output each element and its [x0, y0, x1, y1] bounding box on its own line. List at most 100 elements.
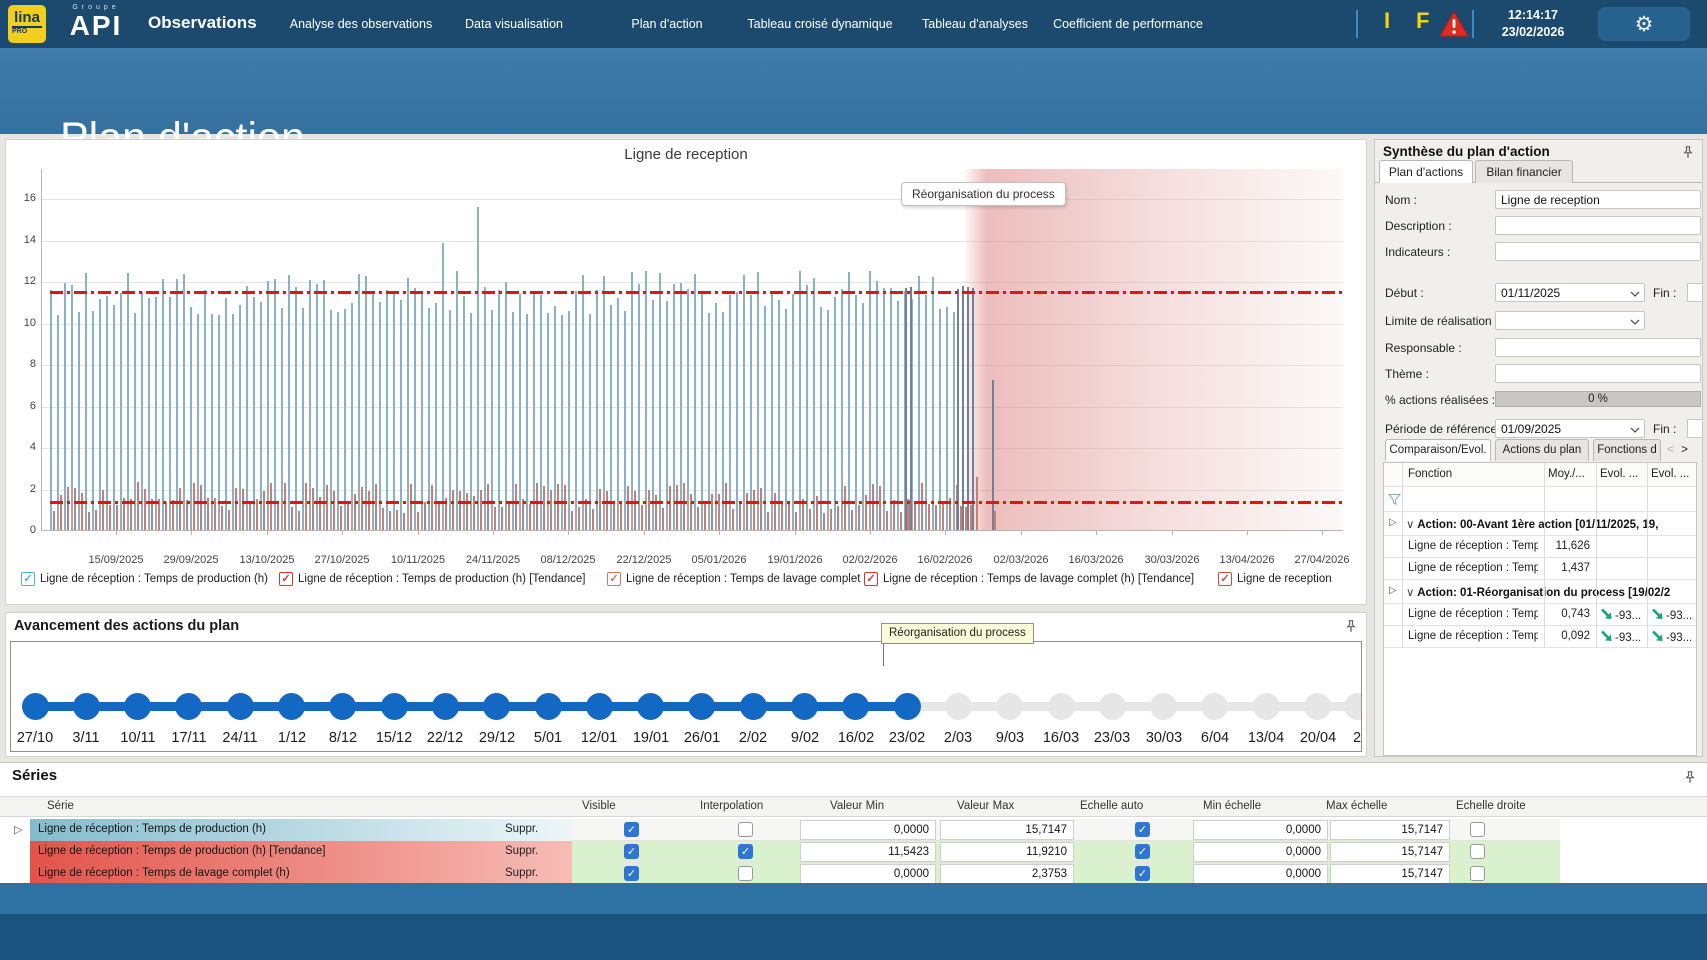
nav-item-tableau-crois-dynamique[interactable]: Tableau croisé dynamique [740, 0, 900, 48]
nav-item-coefficient-de-performance[interactable]: Coefficient de performance [1048, 0, 1208, 48]
timeline-milestone-done[interactable] [637, 693, 664, 720]
group-row[interactable]: ▷∨ Action: 01-Réorganisation du process … [1384, 580, 1696, 604]
subtab-actions-du-plan[interactable]: Actions du plan [1495, 439, 1589, 461]
checkbox-visible[interactable]: ✓ [624, 844, 639, 859]
field-nom[interactable]: Ligne de reception [1495, 190, 1701, 209]
legend-checkbox[interactable]: ✓ [607, 572, 621, 586]
timeline-milestone-done[interactable] [175, 693, 202, 720]
combo-field[interactable]: 01/11/2025 [1495, 283, 1645, 302]
subtab-scroll-left[interactable]: < [1667, 442, 1674, 456]
indicator-i[interactable]: I [1384, 8, 1390, 34]
indicator-f[interactable]: F [1416, 8, 1429, 34]
value-cell-emin[interactable]: 0,0000 [1193, 864, 1328, 884]
group-expander-icon[interactable]: ▷ [1389, 585, 1397, 596]
series-row[interactable]: Ligne de réception : Temps de lavage com… [0, 863, 1707, 885]
timeline-milestone-done[interactable] [688, 693, 715, 720]
checkbox-droite[interactable] [1470, 822, 1485, 837]
timeline-milestone-done[interactable] [22, 693, 49, 720]
value-cell-emax[interactable]: 15,7147 [1330, 820, 1450, 840]
legend-checkbox[interactable]: ✓ [1218, 572, 1232, 586]
combo-field[interactable] [1495, 311, 1645, 330]
series-row[interactable]: Ligne de réception : Temps de production… [0, 841, 1707, 863]
collapse-icon[interactable]: ∨ [1406, 587, 1414, 599]
group-expander-icon[interactable]: ▷ [1389, 517, 1397, 528]
timeline-milestone-todo[interactable] [996, 693, 1023, 720]
timeline-milestone-done[interactable] [432, 693, 459, 720]
value-cell-vmin[interactable]: 11,5423 [800, 842, 936, 862]
subtab-comparaison-evol-[interactable]: Comparaison/Evol. [1385, 439, 1491, 461]
timeline-milestone-done[interactable] [535, 693, 562, 720]
table-row[interactable]: Ligne de réception : Temp...0,092-93...-… [1384, 626, 1696, 648]
checkbox-droite[interactable] [1470, 844, 1485, 859]
timeline-milestone-done[interactable] [227, 693, 254, 720]
timeline-milestone-todo[interactable] [1304, 693, 1331, 720]
collapse-icon[interactable]: ∨ [1406, 519, 1414, 531]
legend-checkbox[interactable]: ✓ [21, 572, 35, 586]
timeline-milestone-todo[interactable] [1344, 693, 1362, 720]
value-cell-emin[interactable]: 0,0000 [1193, 820, 1328, 840]
table-row[interactable]: Ligne de réception : Temp...11,626 [1384, 536, 1696, 558]
combo-field[interactable]: 01/09/2025 [1495, 419, 1645, 438]
nav-item-data-visualisation[interactable]: Data visualisation [434, 0, 594, 48]
timeline-milestone-todo[interactable] [1099, 693, 1126, 720]
table-row[interactable]: Ligne de réception : Temp...1,437 [1384, 558, 1696, 580]
field-thème[interactable] [1495, 364, 1701, 383]
chart-plot-area[interactable] [41, 169, 1343, 531]
filter-row[interactable] [1384, 487, 1696, 512]
tab-plan-d-actions[interactable]: Plan d'actions [1379, 160, 1473, 183]
timeline-milestone-done[interactable] [586, 693, 613, 720]
timeline-milestone-todo[interactable] [945, 693, 972, 720]
timeline-milestone-done[interactable] [329, 693, 356, 720]
value-cell-emin[interactable]: 0,0000 [1193, 842, 1328, 862]
nav-item-analyse-des-observations[interactable]: Analyse des observations [281, 0, 441, 48]
series-row[interactable]: ▷Ligne de réception : Temps de productio… [0, 819, 1707, 841]
suppr-button[interactable]: Suppr. [505, 823, 538, 835]
checkbox-visible[interactable]: ✓ [624, 822, 639, 837]
checkbox-interpolation[interactable] [738, 866, 753, 881]
value-cell-vmin[interactable]: 0,0000 [800, 820, 936, 840]
timeline-milestone-todo[interactable] [1201, 693, 1228, 720]
checkbox-visible[interactable]: ✓ [624, 866, 639, 881]
value-cell-vmax[interactable]: 2,3753 [940, 864, 1074, 884]
timeline-milestone-done[interactable] [124, 693, 151, 720]
combo-field-clipped[interactable] [1687, 419, 1703, 438]
subtab-scroll-right[interactable]: > [1681, 442, 1688, 456]
field-indicateurs[interactable] [1495, 242, 1701, 261]
timeline-milestone-done[interactable] [842, 693, 869, 720]
checkbox-interpolation[interactable]: ✓ [738, 844, 753, 859]
checkbox-auto[interactable]: ✓ [1135, 844, 1150, 859]
checkbox-auto[interactable]: ✓ [1135, 866, 1150, 881]
value-cell-emax[interactable]: 15,7147 [1330, 842, 1450, 862]
checkbox-droite[interactable] [1470, 866, 1485, 881]
timeline-milestone-done[interactable] [278, 693, 305, 720]
legend-checkbox[interactable]: ✓ [279, 572, 293, 586]
pin-icon[interactable] [1681, 145, 1695, 160]
timeline-milestone-done[interactable] [791, 693, 818, 720]
timeline-milestone-todo[interactable] [1253, 693, 1280, 720]
value-cell-emax[interactable]: 15,7147 [1330, 864, 1450, 884]
value-cell-vmax[interactable]: 15,7147 [940, 820, 1074, 840]
timeline-milestone-todo[interactable] [1150, 693, 1177, 720]
nav-item-tableau-d-analyses[interactable]: Tableau d'analyses [895, 0, 1055, 48]
field-responsable[interactable] [1495, 338, 1701, 357]
timeline-milestone-done[interactable] [894, 693, 921, 720]
pin-icon[interactable] [1344, 619, 1358, 634]
legend-checkbox[interactable]: ✓ [864, 572, 878, 586]
settings-button[interactable]: ⚙ [1598, 7, 1690, 41]
timeline-milestone-done[interactable] [483, 693, 510, 720]
checkbox-interpolation[interactable] [738, 822, 753, 837]
filter-funnel-icon[interactable] [1388, 493, 1401, 506]
field-description[interactable] [1495, 216, 1701, 235]
timeline-milestone-done[interactable] [381, 693, 408, 720]
value-cell-vmin[interactable]: 0,0000 [800, 864, 936, 884]
warning-icon[interactable] [1438, 10, 1470, 38]
nav-item-plan-d-action[interactable]: Plan d'action [587, 0, 747, 48]
value-cell-vmax[interactable]: 11,9210 [940, 842, 1074, 862]
subtab-fonctions-d[interactable]: Fonctions d [1593, 439, 1661, 461]
suppr-button[interactable]: Suppr. [505, 845, 538, 857]
row-expander-icon[interactable]: ▷ [14, 823, 22, 836]
combo-field-clipped[interactable] [1687, 283, 1703, 302]
checkbox-auto[interactable]: ✓ [1135, 822, 1150, 837]
timeline-milestone-done[interactable] [73, 693, 100, 720]
pin-icon[interactable] [1683, 770, 1697, 785]
